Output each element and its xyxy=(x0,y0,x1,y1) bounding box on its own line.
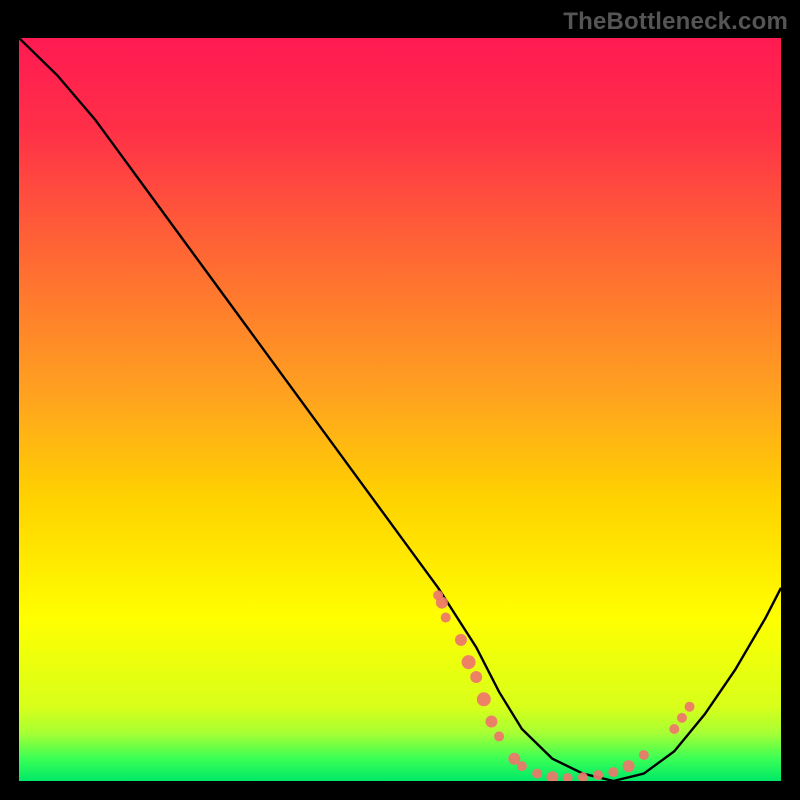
data-markers xyxy=(433,590,694,781)
data-marker xyxy=(441,613,451,623)
data-marker xyxy=(677,713,687,723)
plot-area xyxy=(19,38,781,781)
data-marker xyxy=(436,597,448,609)
chart-container: TheBottleneck.com xyxy=(0,0,800,800)
data-marker xyxy=(462,655,476,669)
curve-line xyxy=(19,38,781,781)
data-marker xyxy=(485,716,497,728)
watermark-text: TheBottleneck.com xyxy=(563,8,788,36)
data-marker xyxy=(685,702,695,712)
data-marker xyxy=(608,767,618,777)
data-marker xyxy=(639,750,649,760)
data-marker xyxy=(546,771,558,781)
data-marker xyxy=(494,731,504,741)
data-marker xyxy=(623,760,635,772)
data-marker xyxy=(593,770,603,780)
data-marker xyxy=(470,671,482,683)
data-marker xyxy=(517,761,527,771)
data-marker xyxy=(455,634,467,646)
data-marker xyxy=(532,769,542,779)
data-marker xyxy=(669,724,679,734)
data-marker xyxy=(563,773,573,781)
data-marker xyxy=(477,692,491,706)
bottleneck-curve xyxy=(19,38,781,781)
